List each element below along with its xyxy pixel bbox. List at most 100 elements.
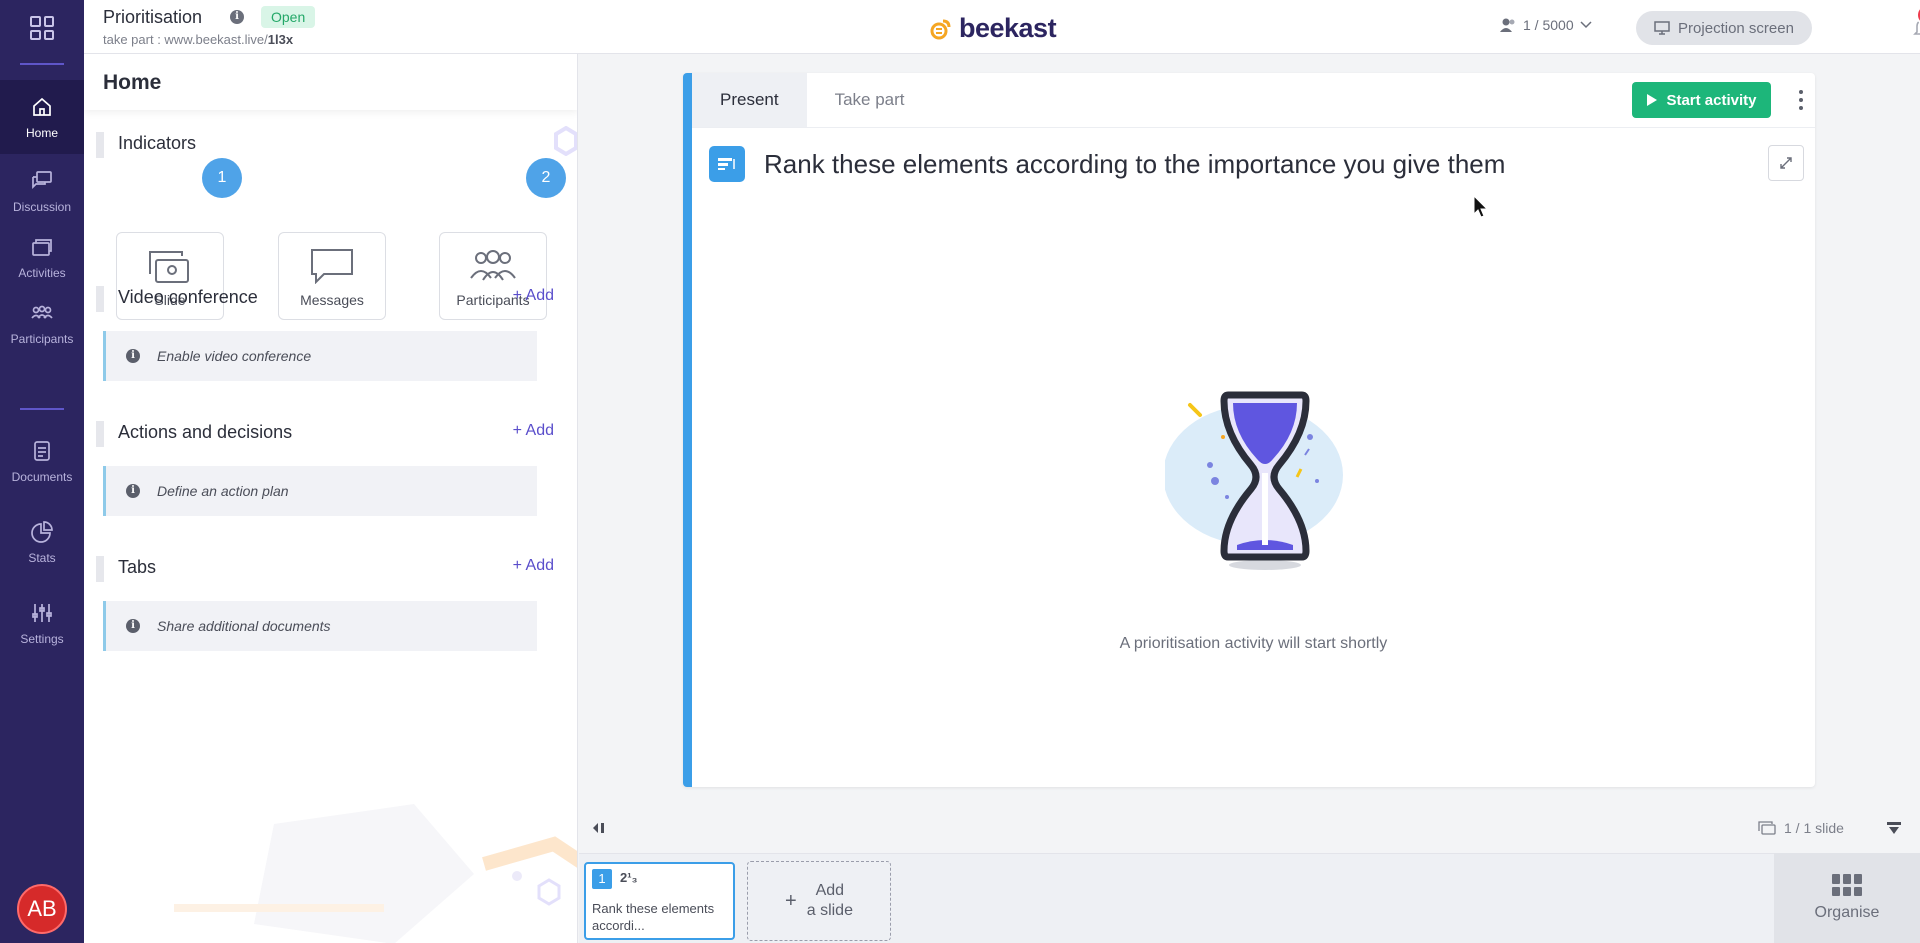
logo-text: beekast (959, 13, 1057, 43)
messages-icon (311, 249, 353, 284)
take-part-link[interactable]: take part : www.beekast.live/1l3x (103, 32, 293, 47)
sidebar-item-label: Documents (11, 470, 73, 484)
info-icon: i (126, 484, 140, 498)
take-part-code: 1l3x (267, 32, 294, 47)
add-slide-label: Add a slide (807, 881, 853, 921)
section-marker (96, 421, 104, 447)
slide-thumbnail[interactable]: 1 2¹₃ Rank these elements accordi... (584, 862, 735, 940)
info-text: Enable video conference (157, 348, 312, 364)
filter-icon[interactable] (1886, 820, 1902, 836)
sidebar-item-home[interactable]: Home (0, 80, 84, 154)
bee-logo-icon (930, 19, 951, 39)
slides-icon (1758, 821, 1776, 835)
info-icon: i (126, 349, 140, 363)
chevron-down-icon (1580, 21, 1592, 29)
grid-icon (1832, 874, 1862, 896)
info-icon: i (126, 619, 140, 633)
section-heading: Video conference (118, 287, 258, 307)
decorative-background-graphic (174, 804, 577, 943)
user-avatar[interactable]: AB (17, 884, 67, 934)
indicator-card-messages[interactable]: Messages (278, 232, 386, 320)
decorative-hexagon (554, 126, 577, 156)
more-options-icon[interactable] (1798, 90, 1804, 110)
add-action-button[interactable]: + Add (513, 422, 554, 440)
slides-strip: 1 2¹₃ Rank these elements accordi... + A… (579, 853, 1920, 943)
participants-icon (470, 250, 516, 281)
session-title: Prioritisation (103, 7, 203, 27)
sidebar-item-label: Discussion (12, 200, 72, 214)
stats-icon (29, 519, 55, 545)
add-tab-button[interactable]: + Add (513, 557, 554, 575)
tab-present[interactable]: Present (692, 73, 807, 127)
home-icon (29, 94, 55, 120)
question-title: Rank these elements according to the imp… (764, 149, 1506, 179)
projection-screen-button[interactable]: Projection screen (1636, 11, 1812, 45)
video-conference-info[interactable]: i Enable video conference (103, 331, 537, 381)
collapse-panel-icon[interactable] (592, 822, 606, 834)
section-marker (96, 556, 104, 582)
add-slide-line1: Add (815, 882, 845, 899)
add-slide-line2: a slide (806, 902, 853, 919)
home-panel: Home Indicators Slide 1 Messages Partici… (84, 54, 578, 943)
sidebar-item-label: Home (25, 126, 58, 140)
projection-label: Projection screen (1678, 19, 1794, 37)
sidebar-item-label: Activities (18, 266, 66, 280)
sidebar-item-settings[interactable]: Settings (0, 586, 84, 660)
add-video-conference-button[interactable]: + Add (513, 287, 554, 305)
organise-label: Organise (1814, 904, 1880, 921)
mouse-pointer-icon (1473, 195, 1489, 218)
slide-count-label: 1 / 1 slide (1784, 820, 1844, 836)
section-heading: Tabs (118, 557, 157, 577)
main-sidebar: Home Discussion Activities Participants … (0, 0, 84, 943)
add-slide-button[interactable]: + Add a slide (747, 861, 891, 941)
users-icon (1500, 18, 1515, 32)
sidebar-item-activities[interactable]: Activities (0, 220, 84, 294)
info-icon[interactable]: i (230, 10, 244, 24)
apps-grid-icon[interactable] (30, 16, 54, 40)
settings-icon (29, 600, 55, 626)
action-plan-info[interactable]: i Define an action plan (103, 466, 537, 516)
section-marker (96, 132, 104, 158)
activities-icon (29, 234, 55, 260)
discussion-icon (29, 168, 55, 194)
indicator-label: Messages (300, 292, 364, 308)
sidebar-item-documents[interactable]: Documents (0, 424, 84, 498)
indicator-badge: 1 (202, 158, 242, 198)
play-icon (1647, 94, 1658, 106)
sidebar-item-discussion[interactable]: Discussion (0, 154, 84, 228)
fullscreen-expand-icon[interactable] (1768, 145, 1804, 181)
page-title: Home (103, 71, 162, 94)
sidebar-item-participants[interactable]: Participants (0, 286, 84, 360)
info-text: Share additional documents (157, 618, 331, 634)
slide-icon (149, 251, 189, 283)
section-heading: Indicators (118, 133, 197, 153)
sidebar-item-label: Stats (28, 551, 56, 565)
panel-header: Home (84, 54, 577, 110)
status-badge: Open (261, 6, 316, 28)
monitor-icon (1654, 21, 1670, 35)
start-activity-button[interactable]: Start activity (1632, 82, 1771, 118)
plus-icon: + (785, 889, 797, 912)
section-marker (96, 286, 104, 312)
sidebar-item-label: Participants (10, 332, 74, 346)
participants-icon (29, 300, 55, 326)
activity-card: Present Take part Start activity Rank th… (683, 73, 1815, 787)
slide-number: 1 (592, 869, 612, 889)
organise-button[interactable]: Organise (1774, 853, 1920, 943)
take-part-label: take part : www.beekast.live/ (103, 32, 268, 47)
indicator-card-participants[interactable]: Participants (439, 232, 547, 320)
tab-take-part[interactable]: Take part (807, 73, 933, 127)
beekast-logo: beekast (929, 13, 1057, 44)
sidebar-item-label: Settings (20, 632, 64, 646)
share-documents-info[interactable]: i Share additional documents (103, 601, 537, 651)
sidebar-item-stats[interactable]: Stats (0, 505, 84, 579)
tabs-divider (692, 127, 1815, 128)
participants-count: 1 / 5000 (1523, 17, 1574, 33)
info-text: Define an action plan (157, 483, 289, 499)
slide-thumbnail-text: Rank these elements accordi... (592, 901, 715, 933)
start-activity-label: Start activity (1666, 91, 1757, 109)
participants-counter[interactable]: 1 / 5000 (1499, 17, 1592, 33)
indicator-badge: 2 (526, 158, 566, 198)
sidebar-divider (20, 408, 64, 410)
prioritisation-type-icon (709, 146, 745, 182)
